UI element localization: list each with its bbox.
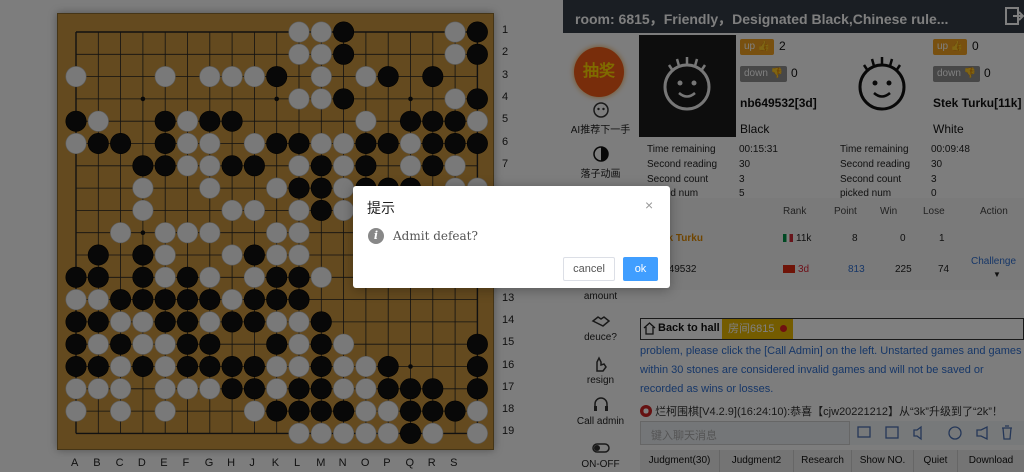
dialog-message: Admit defeat? (393, 229, 478, 243)
info-icon: i (368, 228, 384, 244)
close-icon[interactable]: × (645, 197, 653, 213)
resign-dialog: 提示 × i Admit defeat? cancel ok (353, 186, 670, 288)
ok-button[interactable]: ok (623, 257, 658, 281)
dialog-title: 提示 (367, 200, 395, 216)
cancel-button[interactable]: cancel (563, 257, 615, 281)
